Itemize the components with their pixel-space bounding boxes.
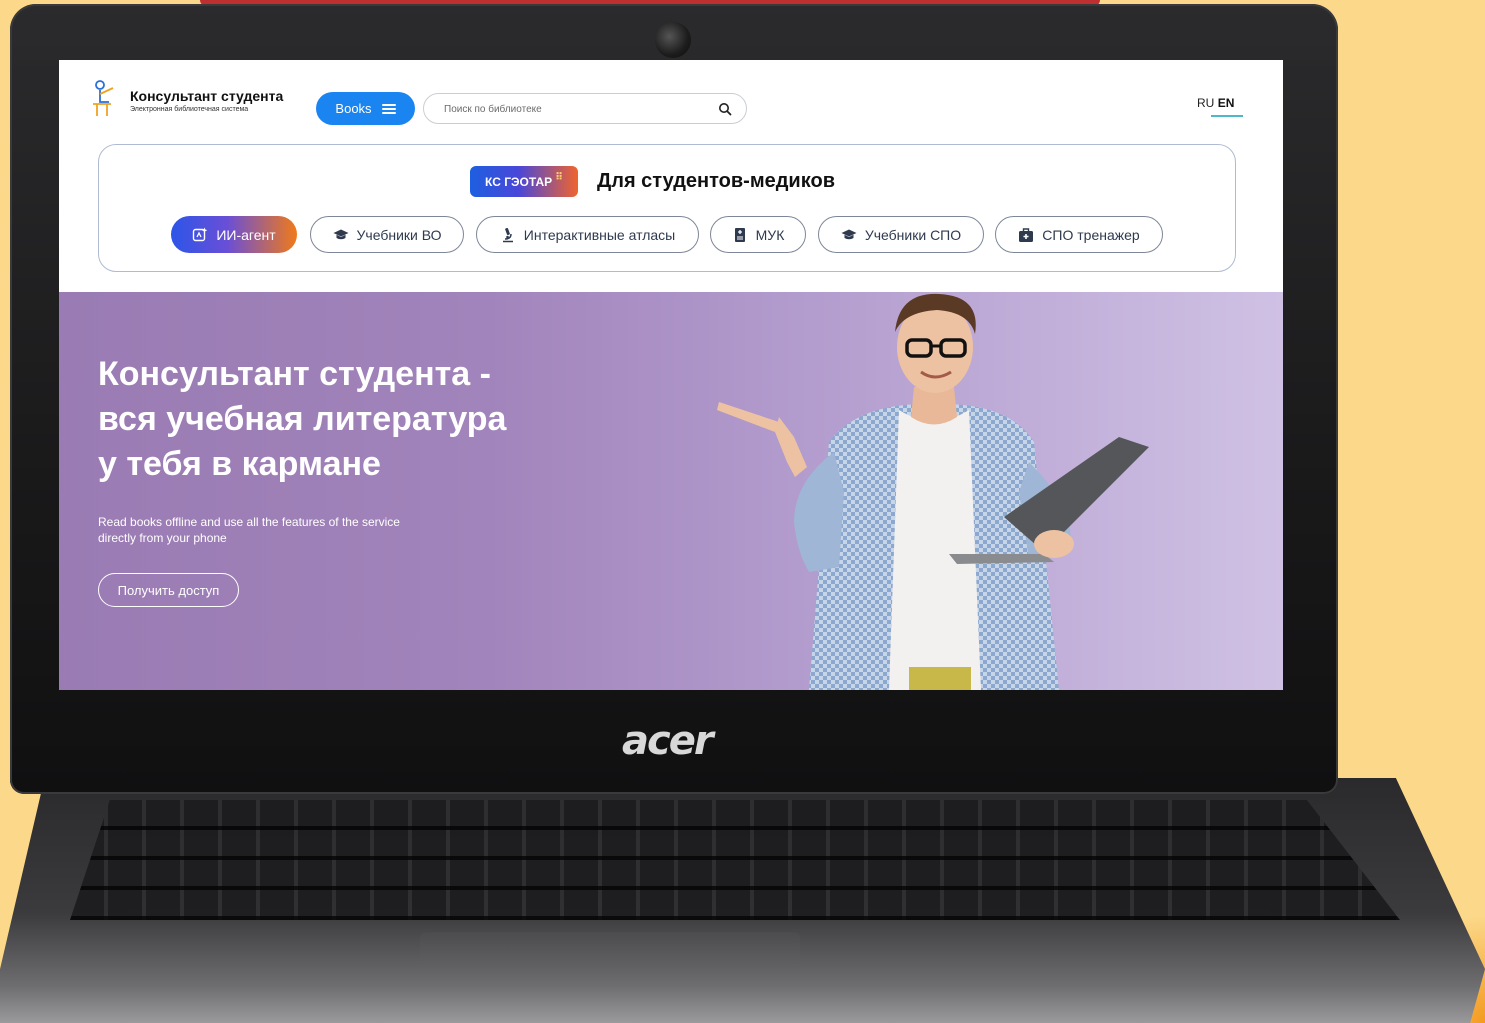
chip-label: ИИ-агент (216, 226, 276, 243)
chip-label: МУК (755, 226, 785, 243)
medkit-icon (1019, 227, 1034, 242)
hero-banner: Консультант студента - вся учебная литер… (59, 292, 1283, 690)
lang-active-underline (1211, 115, 1243, 117)
ks-geotar-badge-label: КС ГЭОТАР (485, 174, 553, 189)
chip-textbooks-spo[interactable]: Учебники СПО (818, 216, 984, 253)
lang-en-option[interactable]: EN (1218, 96, 1235, 110)
chip-textbooks-vo[interactable]: Учебники ВО (310, 216, 464, 253)
search-icon[interactable] (718, 102, 732, 116)
books-button-label: Books (335, 101, 372, 116)
books-menu-button[interactable]: Books (316, 92, 415, 125)
microscope-icon (502, 227, 513, 242)
hero-title-line: Консультант студента - (98, 355, 491, 393)
hero-subtitle: Read books offline and use all the featu… (98, 515, 400, 545)
get-access-button[interactable]: Получить доступ (98, 573, 239, 607)
laptop-keyboard (70, 800, 1400, 920)
hero-title-line: вся учебная литература (98, 400, 507, 438)
hero-title-line: у тебя в кармане (98, 445, 381, 483)
book-icon (734, 227, 745, 242)
language-switcher: RU EN (1197, 96, 1234, 110)
laptop-trackpad (420, 932, 800, 964)
chip-label: СПО тренажер (1042, 226, 1140, 243)
chip-label: Учебники СПО (864, 226, 962, 243)
website-screen: Консультант студента Электронная библиот… (59, 60, 1283, 690)
logo-title[interactable]: Консультант студента (130, 88, 283, 104)
category-chips: ИИ-агент Учебники ВО Интерактивные атлас… (171, 216, 1171, 253)
chip-label: Учебники ВО (356, 226, 442, 243)
logo-subtitle: Электронная библиотечная система (130, 106, 249, 113)
card-title: Для студентов-медиков (597, 170, 835, 192)
chip-muk[interactable]: МУК (710, 216, 806, 253)
chip-spo-trainer[interactable]: СПО тренажер (995, 216, 1163, 253)
site-header: Консультант студента Электронная библиот… (59, 60, 1283, 140)
student-logo-icon[interactable] (91, 80, 121, 118)
graduation-cap-icon (333, 229, 348, 239)
ks-geotar-badge[interactable]: КС ГЭОТАР ⠿ (470, 166, 578, 197)
student-with-laptop-illustration (717, 293, 1149, 690)
chip-interactive-atlases[interactable]: Интерактивные атласы (476, 216, 699, 253)
lang-ru-option[interactable]: RU (1197, 96, 1214, 110)
dots-icon: ⠿ (555, 172, 563, 183)
medical-students-card: КС ГЭОТАР ⠿ Для студентов-медиков ИИ-аге… (98, 144, 1236, 272)
chip-label: Интерактивные атласы (523, 226, 676, 243)
chip-ai-agent[interactable]: ИИ-агент (171, 216, 297, 253)
webcam-icon (655, 22, 691, 58)
search-input[interactable] (444, 101, 704, 117)
sparkle-icon (193, 227, 208, 241)
hamburger-icon (381, 103, 396, 114)
graduation-cap-icon (841, 229, 857, 239)
search-bar[interactable] (423, 93, 747, 124)
hero-title: Консультант студента - вся учебная литер… (98, 352, 698, 487)
laptop-brand-logo: acer (622, 718, 714, 764)
